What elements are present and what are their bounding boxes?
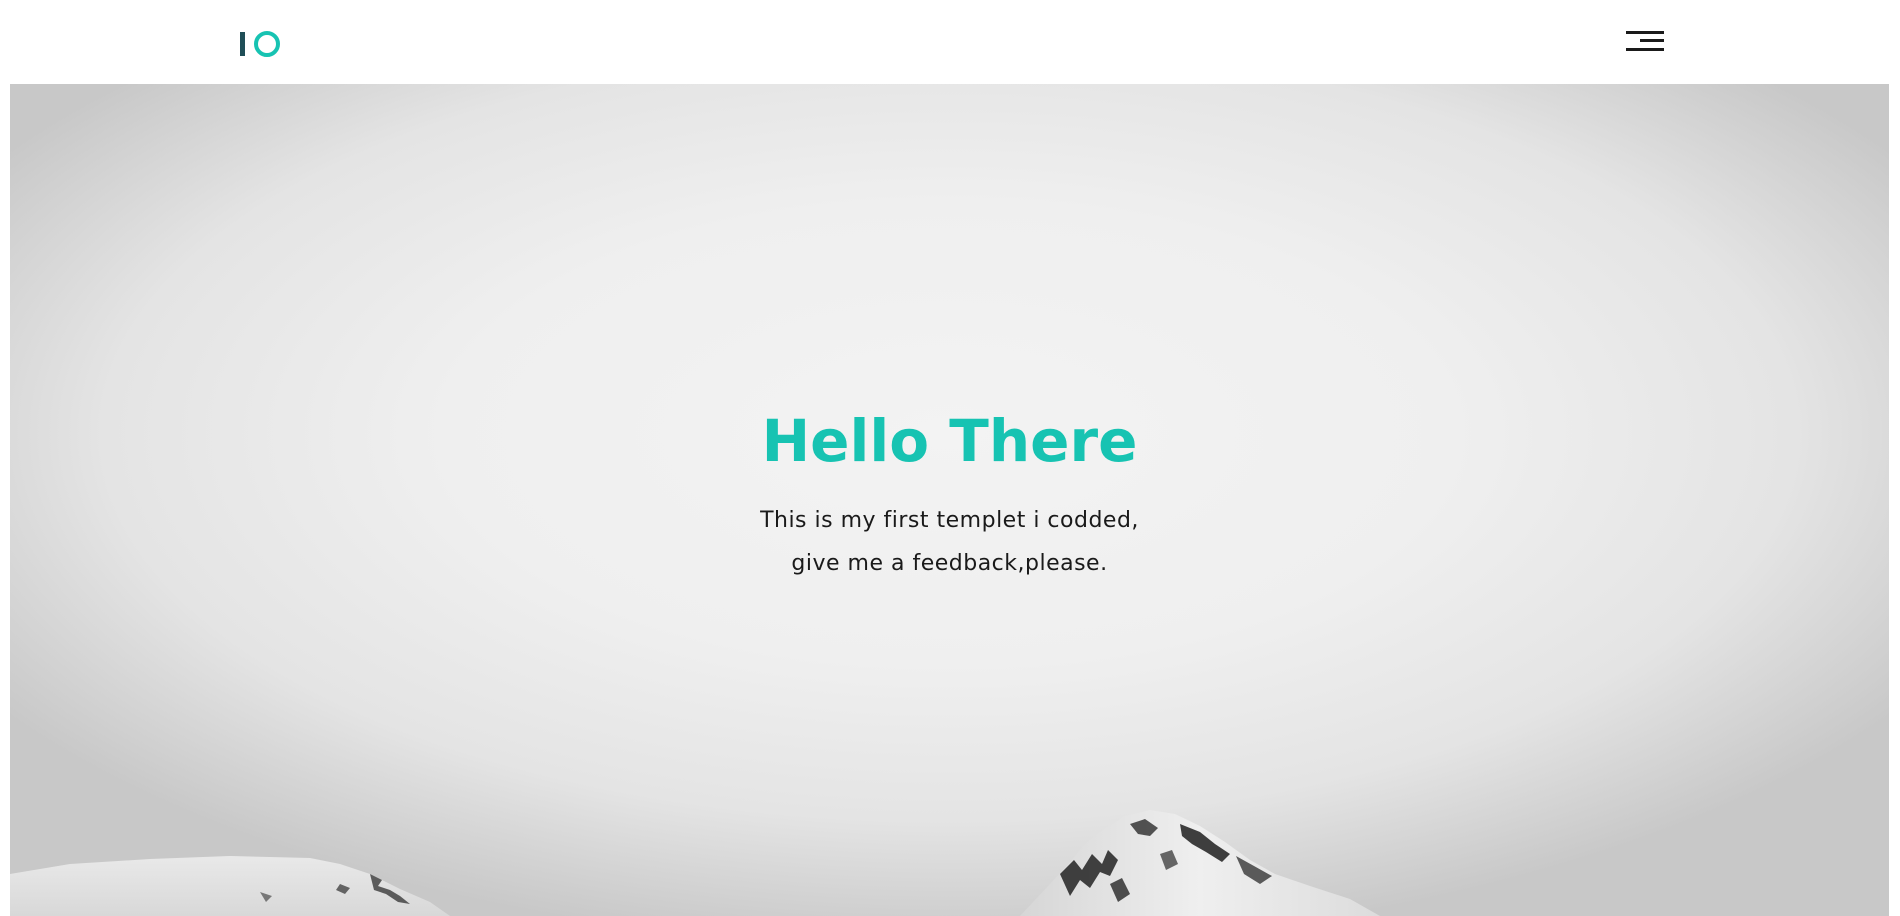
hero-description-line-2: give me a feedback,please. [791, 551, 1108, 576]
hero-description-line-1: This is my first templet i codded, [760, 508, 1139, 533]
site-header [0, 0, 1900, 84]
logo[interactable] [240, 30, 282, 58]
logo-ring-shape [254, 31, 280, 57]
hamburger-menu-icon[interactable] [1622, 28, 1664, 54]
hero-title: Hello There [761, 407, 1138, 475]
menu-line-top [1626, 31, 1664, 34]
hero-section: Hello There This is my first templet i c… [10, 84, 1889, 916]
mountain-background-image [10, 810, 1380, 916]
menu-line-middle [1640, 39, 1664, 42]
logo-bar-shape [240, 32, 245, 56]
menu-line-bottom [1626, 48, 1664, 51]
page-scrollbar[interactable] [1890, 0, 1900, 916]
